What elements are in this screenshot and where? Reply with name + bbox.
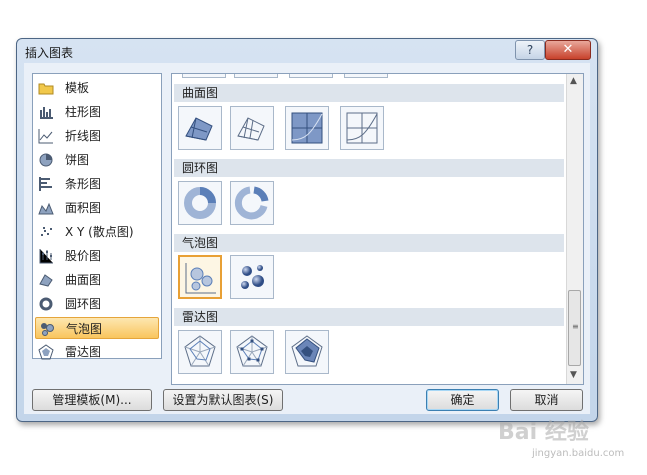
bar-chart-icon [39,177,52,191]
bubble-icon [185,263,216,294]
sidebar-item-label: 饼图 [65,153,90,167]
sidebar-item-label: 圆环图 [65,297,102,311]
sidebar-item-label: 雷达图 [65,345,102,359]
radar-markers-icon [236,335,268,367]
scrollbar-thumb[interactable]: ≡ [568,290,581,366]
scatter-chart-icon [41,227,52,236]
bubble-chart-icon [41,323,54,336]
sidebar-item-area[interactable]: 面积图 [35,197,157,219]
set-default-chart-button[interactable]: 设置为默认图表(S) [163,389,283,411]
ok-button[interactable]: 确定 [426,389,499,411]
section-header-doughnut: 圆环图 [174,159,564,177]
chart-thumbnail-contour-wireframe[interactable] [340,106,384,150]
watermark-url: jingyan.baidu.com [532,448,625,459]
sidebar-item-label: X Y (散点图) [65,225,134,239]
area-chart-icon [38,202,54,215]
wireframe-surface-icon [237,117,265,141]
help-button[interactable]: ? [515,40,545,60]
doughnut-icon [184,187,216,219]
sidebar-item-stock[interactable]: 股价图 [35,245,157,267]
chart-thumbnail-3d-bubble[interactable] [230,255,274,299]
line-chart-icon [38,129,53,144]
section-header-bubble: 气泡图 [174,234,564,252]
radar-chart-icon [38,344,54,360]
chart-thumbnail-radar-markers[interactable] [230,330,274,374]
sidebar-item-pie[interactable]: 饼图 [35,149,157,171]
chart-thumbnail-doughnut[interactable] [178,181,222,225]
radar-icon [184,335,216,367]
sidebar-item-label: 气泡图 [66,322,103,336]
sidebar-item-label: 条形图 [65,177,102,191]
section-header-surface: 曲面图 [174,84,564,102]
scroll-down-arrow-icon[interactable]: ▼ [570,370,577,380]
sidebar-item-label: 股价图 [65,249,102,263]
sidebar-item-scatter[interactable]: X Y (散点图) [35,221,157,243]
pie-chart-icon [39,153,53,167]
sidebar-item-label: 折线图 [65,129,102,143]
surface-chart-icon [39,274,53,287]
folder-icon [38,83,54,95]
stock-chart-icon [39,249,53,264]
scroll-up-arrow-icon[interactable]: ▲ [570,76,577,86]
sidebar-item-line[interactable]: 折线图 [35,125,157,147]
chart-thumbnail-partial [344,74,388,78]
close-button[interactable]: ✕ [545,40,591,60]
insert-chart-dialog: 插入图表 ? ✕ 模板 柱形图 折线图 饼图 条形图 面积图 X Y (散点图)… [16,38,598,422]
chart-thumbnail-partial [289,74,333,78]
exploded-doughnut-icon [234,186,269,220]
section-header-radar: 雷达图 [174,308,564,326]
dialog-client-area: 模板 柱形图 折线图 饼图 条形图 面积图 X Y (散点图) 股价图 曲面图 … [24,63,590,414]
sidebar-item-label: 柱形图 [65,105,102,119]
surface-3d-icon [185,117,213,141]
sidebar-item-column[interactable]: 柱形图 [35,101,157,123]
scrollbar-grip-icon: ≡ [572,322,579,331]
sidebar-item-radar[interactable]: 雷达图 [35,341,157,363]
manage-templates-button[interactable]: 管理模板(M)... [32,389,152,411]
chart-thumbnail-radar[interactable] [178,330,222,374]
chart-thumbnail-contour[interactable] [285,106,329,150]
chart-thumbnail-filled-radar[interactable] [285,330,329,374]
sidebar-item-label: 曲面图 [65,273,102,287]
contour-icon [291,112,323,144]
sidebar-item-bar[interactable]: 条形图 [35,173,157,195]
sidebar-item-bubble[interactable]: 气泡图 [35,317,159,339]
sidebar-item-label: 面积图 [65,201,102,215]
chart-thumbnail-partial [182,74,226,78]
filled-radar-icon [291,335,323,367]
gallery-scrollbar[interactable]: ▲ ≡ ▼ [566,74,583,384]
chart-thumbnail-surface-wireframe[interactable] [230,106,274,150]
chart-thumbnail-surface-3d[interactable] [178,106,222,150]
sidebar-item-label: 模板 [65,81,90,95]
chart-thumbnail-partial [234,74,278,78]
sidebar-item-templates[interactable]: 模板 [35,77,157,99]
dialog-title: 插入图表 [25,46,74,60]
column-chart-icon [40,107,53,119]
chart-thumbnail-exploded-doughnut[interactable] [230,181,274,225]
sidebar-item-surface[interactable]: 曲面图 [35,269,157,291]
chart-type-list: 模板 柱形图 折线图 饼图 条形图 面积图 X Y (散点图) 股价图 曲面图 … [32,73,162,360]
sidebar-item-doughnut[interactable]: 圆环图 [35,293,157,315]
chart-thumbnail-bubble[interactable] [178,255,222,299]
wireframe-contour-icon [346,112,378,144]
doughnut-chart-icon [39,297,53,311]
cancel-button[interactable]: 取消 [510,389,583,411]
watermark-logo: Bai 经验 [498,420,589,445]
bubble-3d-icon [241,265,264,289]
chart-subtype-gallery: 曲面图 圆环图 气泡图 雷达图 ▲ ≡ ▼ [171,73,584,385]
